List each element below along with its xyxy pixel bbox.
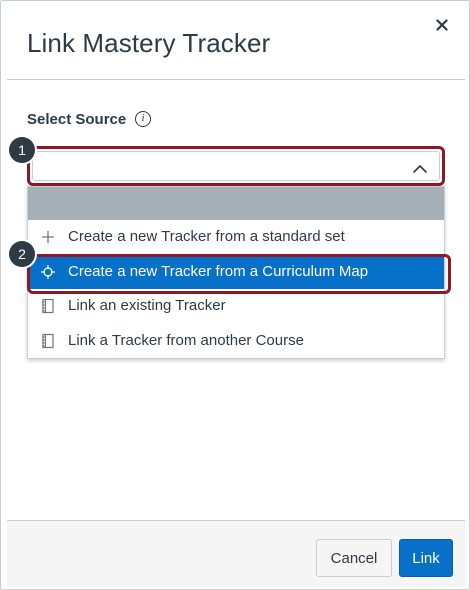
source-select[interactable] <box>27 146 445 186</box>
option-label: Link a Tracker from another Course <box>68 332 304 349</box>
plus-icon <box>42 231 54 243</box>
chevron-up-icon[interactable] <box>411 160 429 178</box>
select-source-label: Select Source <box>27 111 127 128</box>
source-select-field[interactable] <box>32 151 440 181</box>
screenshot-frame: Link Mastery Tracker Select Source i Cre… <box>0 0 470 590</box>
option-label: Create a new Tracker from a Curriculum M… <box>68 263 369 280</box>
option-curriculum-map[interactable]: Create a new Tracker from a Curriculum M… <box>28 255 444 289</box>
notebook-icon <box>42 298 54 314</box>
option-existing-tracker[interactable]: Link an existing Tracker <box>28 289 444 323</box>
step-1-badge: 1 <box>9 137 35 163</box>
option-another-course[interactable]: Link a Tracker from another Course <box>28 324 444 358</box>
notebook-icon <box>42 333 54 349</box>
dialog-title: Link Mastery Tracker <box>27 28 271 58</box>
header-divider <box>7 79 465 80</box>
link-mastery-tracker-dialog: Link Mastery Tracker Select Source i Cre… <box>7 4 465 587</box>
option-standard-set[interactable]: Create a new Tracker from a standard set <box>28 220 444 254</box>
crosshair-icon <box>41 265 55 279</box>
source-dropdown-menu: Create a new Tracker from a standard set… <box>27 186 445 359</box>
option-label: Create a new Tracker from a standard set <box>68 228 345 245</box>
step-2-badge: 2 <box>9 241 35 267</box>
info-icon[interactable]: i <box>135 111 151 127</box>
dialog-footer: Cancel Link <box>7 520 465 587</box>
link-button[interactable]: Link <box>399 539 453 577</box>
cancel-button[interactable]: Cancel <box>316 539 392 577</box>
option-label: Link an existing Tracker <box>68 297 226 314</box>
close-button[interactable] <box>433 16 451 34</box>
close-icon <box>436 19 448 31</box>
dropdown-header-bar <box>28 187 444 220</box>
